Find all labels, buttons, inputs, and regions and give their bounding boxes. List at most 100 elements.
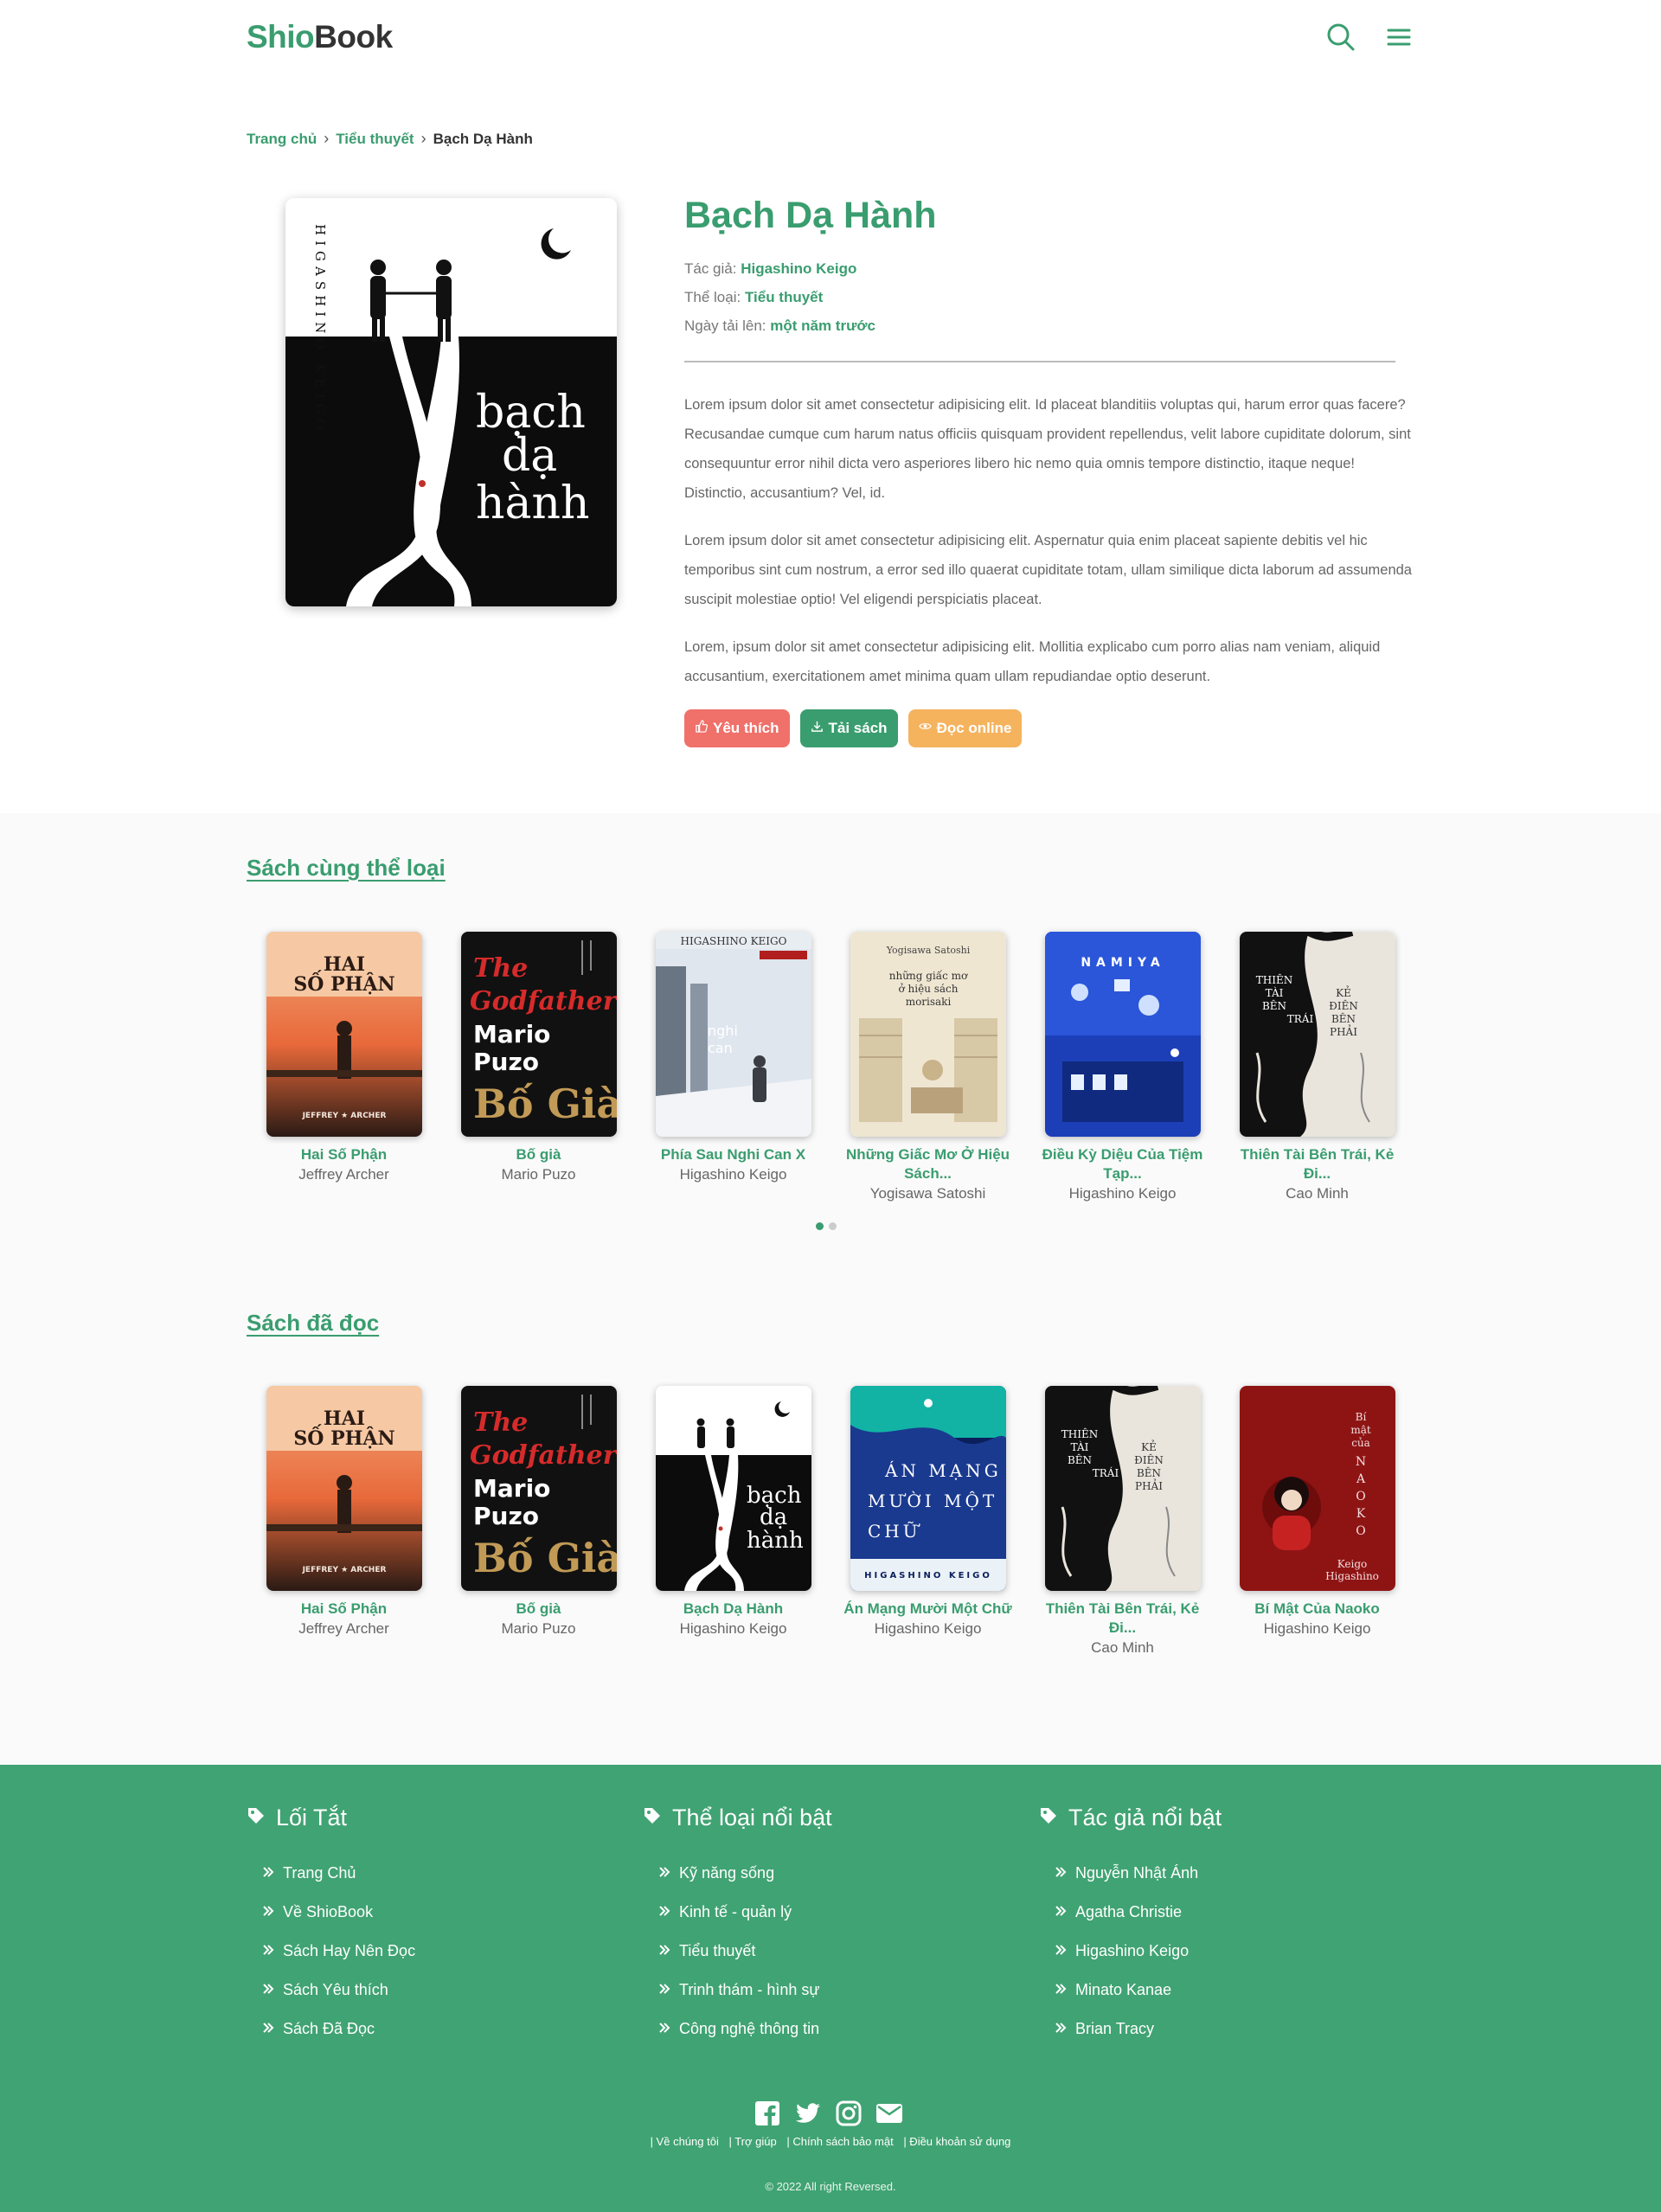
book-card-cover[interactable]: HIGASHINO KEIGO nghi can [655, 932, 811, 1137]
svg-text:Bí: Bí [1355, 1411, 1366, 1423]
footer-link[interactable]: Sách Đã Đọc [247, 2010, 627, 2049]
footer-link[interactable]: Kinh tế - quản lý [643, 1893, 1023, 1932]
footer-link[interactable]: Brian Tracy [1039, 2010, 1420, 2049]
footer-heading: Lối Tắt [247, 1805, 627, 1831]
read-books-title[interactable]: Sách đã đọc [247, 1310, 379, 1337]
footer-link[interactable]: Higashino Keigo [1039, 1932, 1420, 1971]
double-chevron-right-icon [658, 1864, 670, 1882]
mail-icon[interactable] [875, 2100, 903, 2131]
footer-link[interactable]: Tiểu thuyết [643, 1932, 1023, 1971]
svg-text:Godfather: Godfather [470, 986, 617, 1016]
footer-link-terms[interactable]: | Điều khoản sử dụng [903, 2135, 1010, 2148]
book-card-title[interactable]: Hai Số Phận [247, 1600, 441, 1619]
book-card-title[interactable]: Hai Số Phận [247, 1145, 441, 1164]
carousel-dot-1[interactable] [816, 1222, 824, 1230]
footer-link[interactable]: Trinh thám - hình sự [643, 1971, 1023, 2010]
double-chevron-right-icon [262, 1981, 274, 1999]
footer-link-about[interactable]: | Về chúng tôi [651, 2135, 719, 2148]
breadcrumb-home[interactable]: Trang chủ [247, 131, 317, 148]
book-card-title[interactable]: Bố già [441, 1600, 636, 1619]
breadcrumb-category[interactable]: Tiểu thuyết [336, 131, 414, 148]
carousel-dots [816, 1222, 837, 1230]
book-card-title[interactable]: Bạch Dạ Hành [636, 1600, 830, 1619]
book-card[interactable]: bạch dạ hành Bạch Dạ Hành Higashino Keigo [636, 1386, 830, 1658]
category-link[interactable]: Tiểu thuyết [745, 289, 823, 305]
instagram-icon[interactable] [836, 2100, 862, 2131]
meta-uploaded-row: Ngày tải lên: một năm trước [684, 311, 1411, 340]
download-button[interactable]: Tải sách [799, 709, 898, 747]
action-buttons: Yêu thích Tải sách Đọc online [684, 709, 1411, 747]
book-card-cover[interactable]: HAI SỐ PHẬN JEFFREY ★ ARCHER [266, 1386, 422, 1591]
book-card-author: Mario Puzo [501, 1620, 576, 1637]
svg-text:PHẢI: PHẢI [1135, 1478, 1163, 1492]
svg-text:TÀI: TÀI [1265, 986, 1283, 999]
svg-text:hành: hành [747, 1528, 804, 1554]
book-card-cover[interactable]: NAMIYA [1044, 932, 1201, 1137]
book-card[interactable]: HIGASHINO KEIGO nghi can Phía Sau Nghi Can … [636, 932, 830, 1204]
footer-link[interactable]: Kỹ năng sống [643, 1854, 1023, 1893]
book-card[interactable]: Yogisawa Satoshi những giấc mơ ở hiệu sách… [830, 932, 1025, 1204]
book-card-cover[interactable]: HAI SỐ PHẬN JEFFREY ★ ARCHER [266, 932, 422, 1137]
double-chevron-right-icon [658, 2020, 670, 2038]
thumbs-up-icon [695, 720, 708, 737]
like-button[interactable]: Yêu thích [684, 709, 790, 747]
author-link[interactable]: Higashino Keigo [741, 260, 856, 277]
book-card-cover[interactable]: Yogisawa Satoshi những giấc mơ ở hiệu sách… [850, 932, 1006, 1137]
svg-text:K: K [1356, 1507, 1365, 1521]
svg-text:của: của [1351, 1437, 1370, 1449]
book-card[interactable]: THIÊN TÀI BÊN TRÁI KẺ ĐIÊN BÊN PHẢI Thiên Tài Bê… [1220, 932, 1414, 1204]
read-online-label: Đọc online [936, 720, 1012, 736]
site-logo[interactable]: ShioBook [247, 19, 393, 55]
footer-link[interactable]: Nguyễn Nhật Ánh [1039, 1854, 1420, 1893]
book-card[interactable]: NAMIYA Điều Kỳ Diệu Của Tiệm Tạp... Higash… [1025, 932, 1220, 1204]
svg-text:SỐ PHẬN: SỐ PHẬN [293, 970, 394, 996]
carousel-dot-2[interactable] [829, 1222, 837, 1230]
download-label: Tải sách [828, 720, 888, 736]
book-card-cover[interactable]: THIÊN TÀI BÊN TRÁI KẺ ĐIÊN BÊN PHẢI [1239, 932, 1395, 1137]
read-online-button[interactable]: Đọc online [907, 709, 1023, 747]
book-card-title[interactable]: Bố già [441, 1145, 636, 1164]
book-card-title[interactable]: Thiên Tài Bên Trái, Kẻ Đi... [1025, 1600, 1220, 1638]
footer-link[interactable]: Về ShioBook [247, 1893, 627, 1932]
search-icon[interactable] [1326, 22, 1356, 52]
footer-link[interactable]: Minato Kanae [1039, 1971, 1420, 2010]
svg-text:TÀI: TÀI [1070, 1440, 1088, 1453]
footer-link-help[interactable]: | Trợ giúp [728, 2135, 776, 2148]
book-card-title[interactable]: Bí Mật Của Naoko [1220, 1600, 1414, 1619]
footer-link[interactable]: Sách Hay Nên Đọc [247, 1932, 627, 1971]
svg-text:O: O [1356, 1490, 1365, 1504]
menu-icon[interactable] [1384, 22, 1414, 52]
book-card-cover[interactable]: THIÊN TÀI BÊN TRÁI KẺ ĐIÊN BÊN PHẢI [1044, 1386, 1201, 1591]
book-card[interactable]: The Godfather Mario Puzo Bố Già Bố già Mario P… [441, 932, 636, 1204]
book-card-cover[interactable]: ÁN MẠNG MƯỜI MỘT CHỮ HIGASHINO KEIGO [850, 1386, 1006, 1591]
facebook-icon[interactable] [754, 2100, 780, 2131]
svg-text:A: A [1355, 1472, 1365, 1486]
footer-col-shortcuts: Lối Tắt Trang Chủ Về ShioBook Sách Hay Nên… [247, 1805, 627, 2049]
book-card[interactable]: THIÊN TÀI BÊN TRÁI KẺ ĐIÊN BÊN PHẢI Thiên Tài Bê… [1025, 1386, 1220, 1658]
double-chevron-right-icon [262, 1864, 274, 1882]
footer-link[interactable]: Agatha Christie [1039, 1893, 1420, 1932]
book-card-title[interactable]: Phía Sau Nghi Can X [636, 1145, 830, 1164]
footer-link[interactable]: Sách Yêu thích [247, 1971, 627, 2010]
twitter-icon[interactable] [794, 2100, 822, 2131]
footer-link[interactable]: Công nghệ thông tin [643, 2010, 1023, 2049]
book-card[interactable]: Bí mật của N A O K O Keigo Higashino Bí Mật Của Na… [1220, 1386, 1414, 1658]
svg-text:BÊN: BÊN [1136, 1466, 1160, 1479]
book-card-cover[interactable]: bạch dạ hành [655, 1386, 811, 1591]
book-card-cover[interactable]: Bí mật của N A O K O Keigo Higashino [1239, 1386, 1395, 1591]
book-card-title[interactable]: Điều Kỳ Diệu Của Tiệm Tạp... [1025, 1145, 1220, 1183]
book-card[interactable]: ÁN MẠNG MƯỜI MỘT CHỮ HIGASHINO KEIGO Án Mạng… [830, 1386, 1025, 1658]
book-card-title[interactable]: Những Giấc Mơ Ở Hiệu Sách... [830, 1145, 1025, 1183]
book-card-cover[interactable]: The Godfather Mario Puzo Bố Già [460, 1386, 617, 1591]
book-card[interactable]: HAI SỐ PHẬN JEFFREY ★ ARCHER Hai Số Phận Jef… [247, 1386, 441, 1658]
book-card-title[interactable]: Án Mạng Mười Một Chữ [830, 1600, 1025, 1619]
book-card-cover[interactable]: The Godfather Mario Puzo Bố Già [460, 932, 617, 1137]
same-category-title[interactable]: Sách cùng thể loại [247, 855, 446, 882]
book-card[interactable]: HAI SỐ PHẬN JEFFREY ★ ARCHER Hai Số Phận Jef… [247, 932, 441, 1204]
book-card[interactable]: The Godfather Mario Puzo Bố Già Bố già Mario P… [441, 1386, 636, 1658]
double-chevron-right-icon [1055, 1981, 1067, 1999]
book-card-author: Yogisawa Satoshi [869, 1185, 986, 1202]
book-card-title[interactable]: Thiên Tài Bên Trái, Kẻ Đi... [1220, 1145, 1414, 1183]
footer-link[interactable]: Trang Chủ [247, 1854, 627, 1893]
footer-link-privacy[interactable]: | Chính sách bảo mật [786, 2135, 893, 2148]
